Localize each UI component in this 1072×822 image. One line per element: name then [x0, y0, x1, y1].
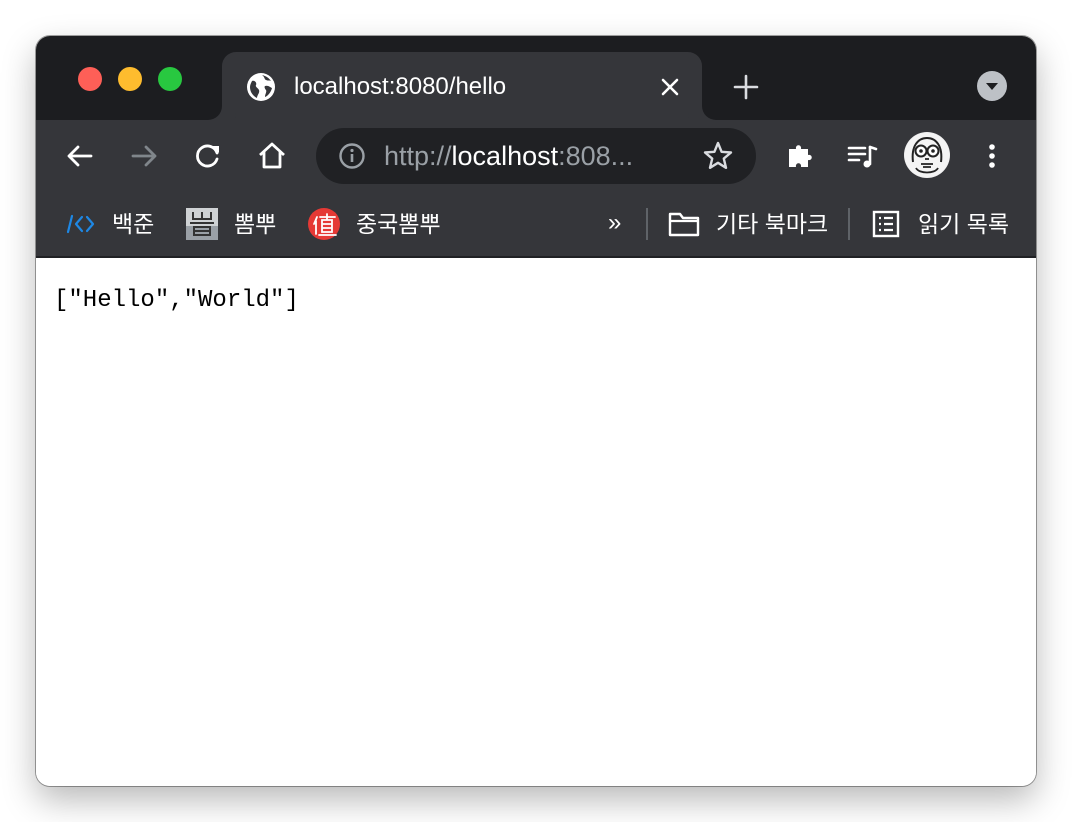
reload-icon[interactable] [192, 140, 224, 172]
zhi-icon [308, 208, 340, 240]
profile-face-icon [905, 133, 949, 177]
bookmark-label: 뽐뿌 [234, 211, 277, 237]
bookmark-star-icon[interactable] [702, 140, 734, 172]
reading-list-icon [872, 210, 900, 238]
page-content: ["Hello","World"] [36, 258, 1036, 786]
code-brackets-icon [66, 214, 95, 234]
extensions-puzzle-icon[interactable] [784, 140, 816, 172]
reading-list-label: 읽기 목록 [918, 211, 1010, 237]
forward-arrow-icon[interactable] [128, 140, 160, 172]
bookmarks-overflow-button[interactable]: » [608, 208, 621, 238]
bookmark-baekjoon[interactable]: 백준 [62, 192, 162, 256]
bookmark-label: 중국뽐뿌 [356, 211, 441, 237]
bookmark-label: 백준 [112, 211, 155, 237]
url-text: http://localhost:808... [384, 141, 633, 171]
info-icon[interactable] [338, 142, 366, 170]
bookmarks-bar: 백준 뽐뿌 중국뽐뿌 » 기타 북마크 읽기 목록 [36, 192, 1036, 258]
window-close-button[interactable] [78, 67, 102, 91]
address-bar[interactable]: http://localhost:808... [316, 128, 756, 184]
bookmark-ppomppu[interactable]: 뽐뿌 [186, 192, 286, 256]
tab-close-icon[interactable] [658, 75, 682, 99]
reading-list-button[interactable]: 읽기 목록 [870, 192, 1030, 256]
chevron-down-icon [986, 83, 998, 90]
url-rest: :808... [558, 141, 634, 171]
window-maximize-button[interactable] [158, 67, 182, 91]
media-queue-icon[interactable] [846, 140, 878, 172]
toolbar: http://localhost:808... [36, 120, 1036, 192]
profile-avatar[interactable] [904, 132, 950, 178]
globe-icon [247, 73, 275, 101]
folder-icon [668, 212, 700, 237]
tab-title: localhost:8080/hello [294, 73, 507, 100]
ppomppu-icon [186, 208, 218, 240]
bookmark-china-ppomppu[interactable]: 중국뽐뿌 [308, 192, 458, 256]
url-scheme: http:// [384, 141, 452, 171]
window-minimize-button[interactable] [118, 67, 142, 91]
back-arrow-icon[interactable] [64, 140, 96, 172]
bookmarks-separator [848, 208, 850, 240]
url-host: localhost [451, 141, 559, 171]
tab-strip: localhost:8080/hello [36, 36, 1036, 120]
more-menu-icon[interactable] [976, 140, 1008, 172]
tab-search-button[interactable] [977, 71, 1007, 101]
new-tab-button[interactable] [732, 73, 760, 101]
json-response-text: ["Hello","World"] [54, 287, 299, 314]
other-bookmarks-label: 기타 북마크 [716, 211, 829, 237]
tab-active[interactable]: localhost:8080/hello [222, 52, 702, 120]
browser-window: localhost:8080/hello http://localhost:80… [36, 36, 1036, 786]
home-icon[interactable] [256, 140, 288, 172]
bookmarks-separator [646, 208, 648, 240]
other-bookmarks-folder[interactable]: 기타 북마크 [666, 192, 836, 256]
